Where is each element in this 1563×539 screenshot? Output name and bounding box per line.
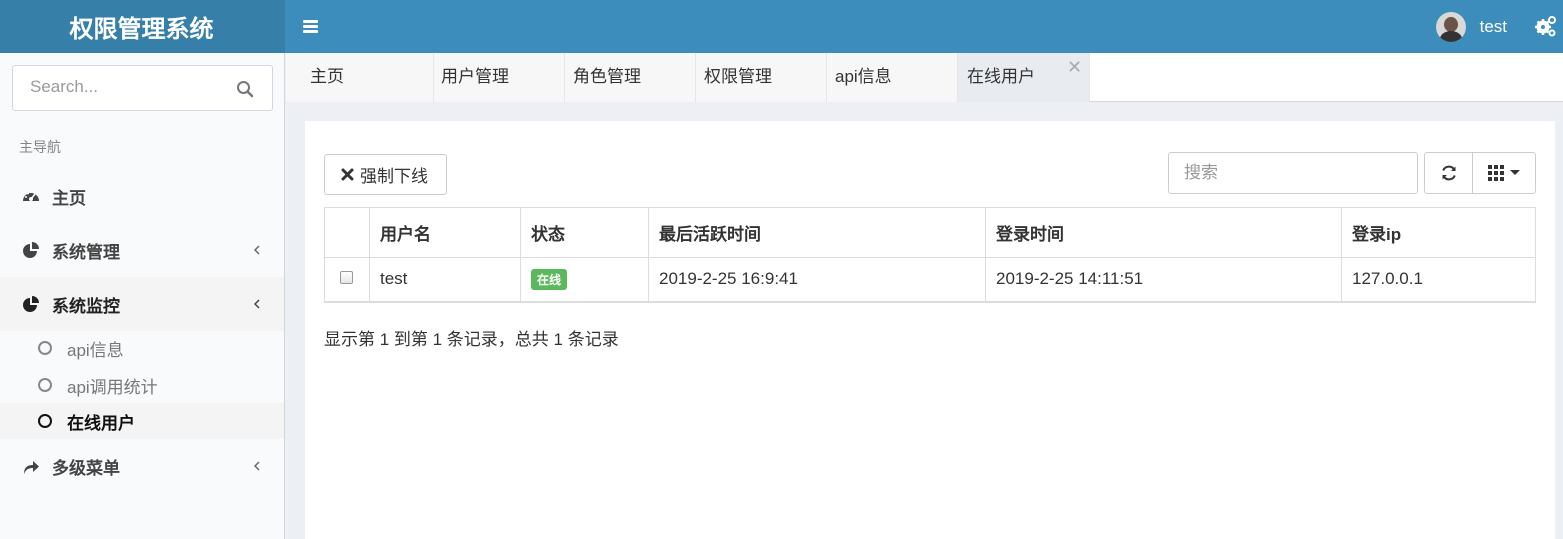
tab-role-management[interactable]: 角色管理 [565,53,696,102]
online-users-table: 用户名 状态 最后活跃时间 登录时间 登录ip test 在线 2019-2-2… [324,207,1536,303]
caret-down-icon [1510,170,1520,175]
chevron-left-icon [253,299,260,309]
dashboard-icon [23,191,39,201]
sidebar-item-system-monitor[interactable]: 系统监控 [0,277,284,331]
column-header[interactable]: 最后活跃时间 [648,207,986,258]
table-search [1168,152,1418,194]
tab-online-users[interactable]: 在线用户 ✕ [958,53,1090,102]
sidebar-item-label: 系统监控 [52,296,120,316]
chevron-left-icon [253,245,260,255]
circle-icon [38,414,52,428]
sidebar-subitem-api-info[interactable]: api信息 [0,330,284,366]
avatar [1435,11,1466,42]
tab-permission-management[interactable]: 权限管理 [696,53,827,102]
row-select-cell [324,257,370,302]
sidebar-subitem-label: api调用统计 [67,377,158,397]
pie-chart-icon [23,242,39,258]
status-badge: 在线 [531,268,568,290]
chevron-left-icon [253,461,260,471]
table-toolbar [1424,152,1536,194]
force-logout-label: 强制下线 [360,167,428,186]
column-header[interactable]: 登录ip [1341,207,1536,258]
close-icon[interactable]: ✕ [1067,57,1082,83]
sidebar-subitem-label: api信息 [67,340,124,360]
sidebar-search [12,65,273,111]
column-header[interactable]: 状态 [520,207,649,258]
main-content: 强制下线 用户名 状态 [305,121,1555,539]
table-header-row: 用户名 状态 最后活跃时间 登录时间 登录ip [324,207,1536,258]
app-title: 权限管理系统 [69,16,214,43]
cell-ip: 127.0.0.1 [1341,257,1536,302]
sidebar-subitem-online-users[interactable]: 在线用户 [0,403,284,439]
select-column-header [324,207,370,258]
refresh-icon [1441,165,1456,181]
columns-toggle-button[interactable] [1473,153,1535,193]
user-menu[interactable]: test [1435,0,1507,53]
tab-label: 权限管理 [704,67,772,86]
tab-label: 在线用户 [967,67,1035,86]
cell-username: test [369,257,521,302]
sidebar: 主导航 主页 系统管理 系统监控 api信息 api调用统计 [0,53,285,539]
cell-last-active: 2019-2-25 16:9:41 [648,257,986,302]
tab-label: 角色管理 [573,67,641,86]
pie-chart-icon [23,296,39,312]
sidebar-subitem-label: 在线用户 [67,413,135,433]
sidebar-item-home[interactable]: 主页 [0,169,284,223]
tab-label: 用户管理 [441,67,509,86]
column-header[interactable]: 登录时间 [985,207,1342,258]
refresh-button[interactable] [1425,153,1473,193]
cell-status: 在线 [520,257,649,302]
share-icon [24,461,39,474]
row-checkbox[interactable] [340,270,353,284]
column-header[interactable]: 用户名 [369,207,521,258]
circle-icon [38,378,52,392]
sidebar-item-system-management[interactable]: 系统管理 [0,223,284,277]
table-row[interactable]: test 在线 2019-2-25 16:9:41 2019-2-25 14:1… [324,257,1536,302]
username: test [1479,16,1507,36]
sidebar-toggle-icon[interactable] [303,13,321,39]
pagination-info: 显示第 1 到第 1 条记录，总共 1 条记录 [324,330,619,349]
app-logo[interactable]: 权限管理系统 [0,0,285,53]
gears-icon[interactable] [1535,15,1557,37]
tab-user-management[interactable]: 用户管理 [434,53,565,102]
top-navbar: test [285,0,1563,53]
cell-login-time: 2019-2-25 14:11:51 [985,257,1342,302]
page-tabs: 主页 用户管理 角色管理 权限管理 api信息 在线用户 ✕ [286,53,1563,102]
tab-label: 主页 [310,67,344,86]
grid-icon [1488,165,1504,181]
sidebar-search-input[interactable] [30,77,230,97]
table-search-input[interactable] [1184,163,1404,183]
circle-icon [38,341,52,355]
tab-home[interactable]: 主页 [286,53,434,102]
tab-label: api信息 [835,67,892,86]
sidebar-item-label: 多级菜单 [52,458,120,478]
tab-api-info[interactable]: api信息 [827,53,958,102]
sidebar-item-label: 系统管理 [52,242,120,262]
close-icon [341,168,354,181]
search-icon[interactable] [236,80,254,98]
sidebar-item-label: 主页 [52,188,86,208]
sidebar-subitem-api-stats[interactable]: api调用统计 [0,367,284,403]
nav-header: 主导航 [19,139,61,155]
force-logout-button[interactable]: 强制下线 [324,154,447,195]
sidebar-item-multilevel-menu[interactable]: 多级菜单 [0,439,284,493]
